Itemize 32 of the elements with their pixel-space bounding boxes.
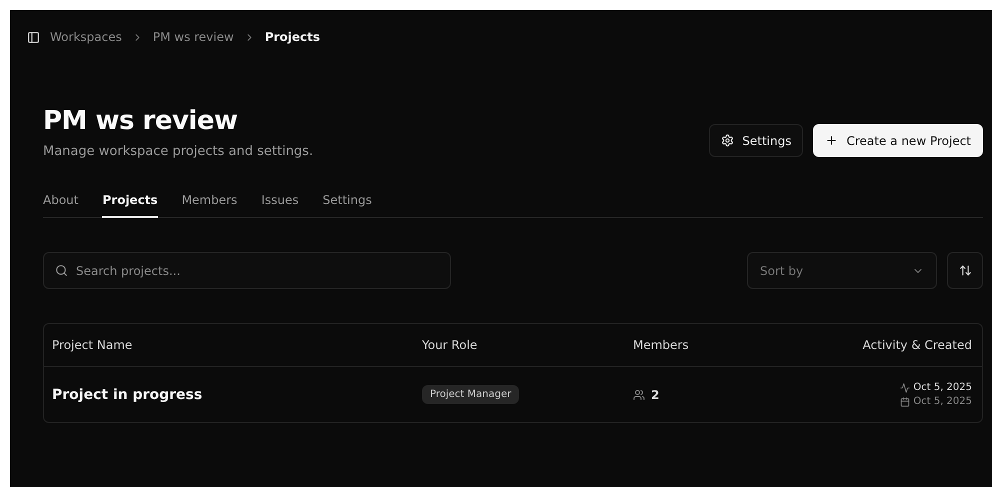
- column-header: Members: [633, 338, 690, 352]
- calendar-icon: [900, 396, 910, 406]
- activity-date: Oct 5, 2025: [913, 382, 972, 393]
- settings-icon: [721, 134, 734, 147]
- page-title: PM ws review: [43, 106, 238, 136]
- breadcrumb-link[interactable]: Projects: [264, 30, 320, 44]
- tab[interactable]: Projects: [102, 193, 158, 218]
- column-header: Your Role: [422, 338, 478, 352]
- users-icon: [633, 388, 645, 400]
- column-header: Project Name: [52, 338, 134, 352]
- role-tag: Project Manager: [422, 385, 520, 404]
- activity-icon: [900, 382, 910, 392]
- tab[interactable]: About: [43, 193, 78, 218]
- tab[interactable]: Settings: [322, 193, 372, 218]
- page-subtitle: Manage workspace projects and settings.: [43, 144, 314, 159]
- breadcrumb-link[interactable]: Workspaces: [50, 30, 122, 44]
- created-date: Oct 5, 2025: [913, 396, 972, 407]
- sort-dropdown[interactable]: Sort by: [747, 252, 937, 289]
- member-count: 2: [651, 388, 660, 402]
- tab[interactable]: Members: [182, 193, 238, 218]
- create-project-button[interactable]: Create a new Project: [813, 124, 983, 157]
- sidebar-toggle-icon[interactable]: [27, 30, 40, 44]
- plus-icon: [825, 134, 838, 147]
- search-field[interactable]: Search projects...: [43, 252, 451, 289]
- sort-icon: [958, 264, 972, 277]
- tab[interactable]: Issues: [261, 193, 299, 218]
- breadcrumb-link[interactable]: PM ws review: [152, 30, 234, 44]
- search-icon: [55, 264, 68, 277]
- sort-order-button[interactable]: [947, 252, 983, 289]
- project-name[interactable]: Project in progress: [52, 386, 422, 402]
- settings-button[interactable]: Settings: [709, 124, 804, 157]
- column-header: Activity & Created: [862, 338, 972, 352]
